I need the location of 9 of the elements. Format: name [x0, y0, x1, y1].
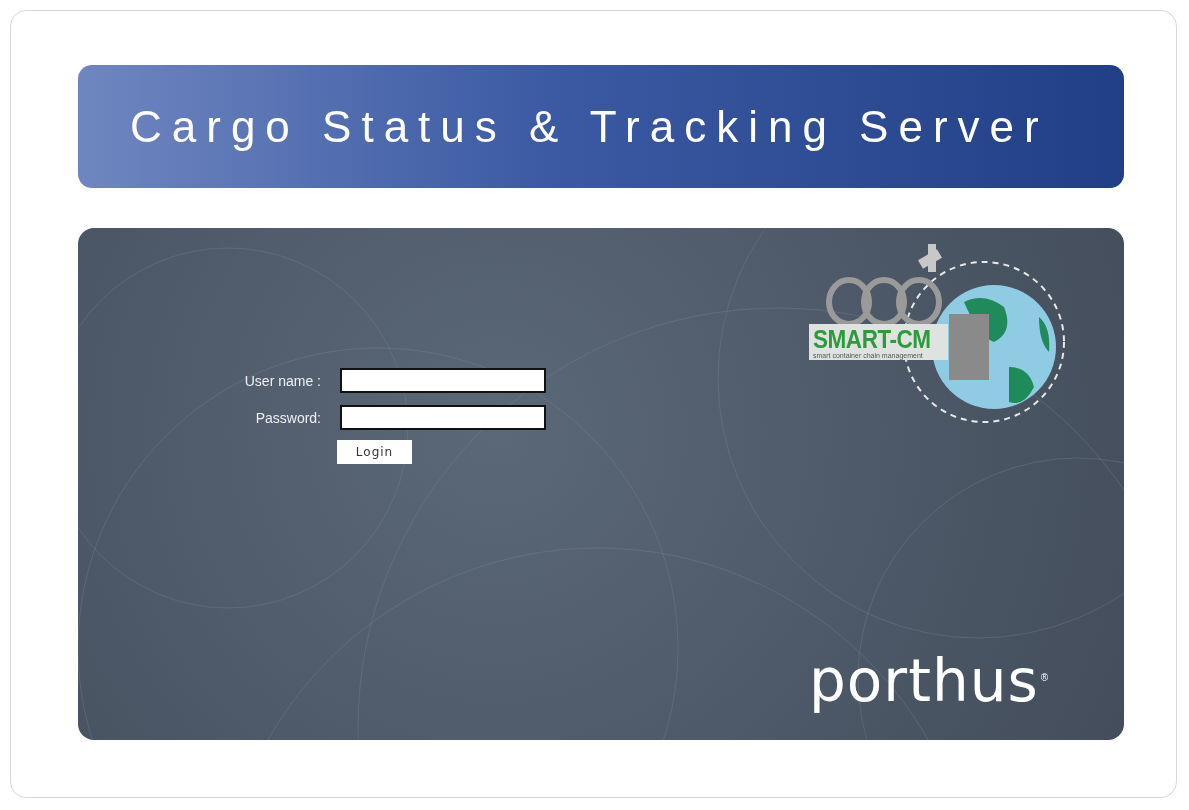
input-field[interactable]: [340, 405, 546, 430]
field-label: User name :: [243, 372, 321, 389]
registered-mark: ®: [1040, 672, 1048, 683]
page-title: Cargo Status & Tracking Server: [130, 101, 1049, 152]
login-button[interactable]: Login: [337, 440, 412, 464]
product-logo-name: SMART-CM: [813, 326, 931, 352]
input-field[interactable]: [340, 368, 546, 393]
field-label: Password:: [254, 409, 321, 426]
company-logo-name: porthus: [809, 650, 1039, 712]
